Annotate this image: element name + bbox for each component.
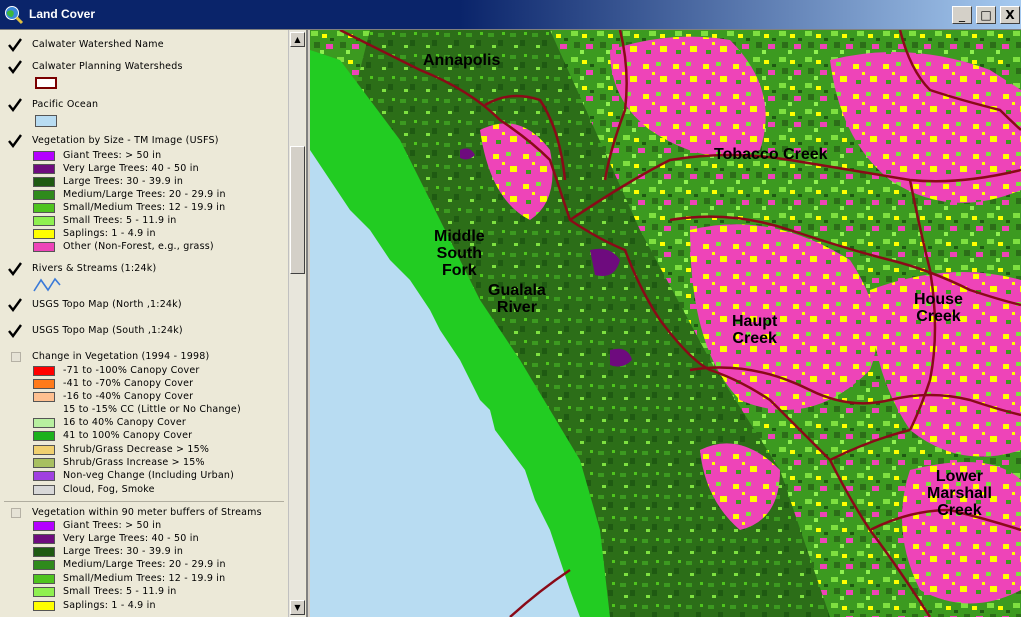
globe-magnifier-icon bbox=[5, 6, 24, 25]
label-house-creek: House Creek bbox=[914, 291, 963, 325]
label-haupt-creek: Haupt Creek bbox=[732, 313, 778, 347]
checkmark-icon[interactable] bbox=[8, 134, 22, 148]
swatch bbox=[33, 216, 55, 226]
minimize-button[interactable]: _ bbox=[952, 6, 972, 24]
class-label: Giant Trees: > 50 in bbox=[63, 150, 162, 161]
class-label: 16 to 40% Canopy Cover bbox=[63, 417, 186, 428]
checkbox[interactable] bbox=[11, 352, 21, 362]
label-annapolis: Annapolis bbox=[423, 52, 501, 69]
checkmark-icon[interactable] bbox=[8, 98, 22, 112]
map-view[interactable]: Annapolis Tobacco Creek Middle South For… bbox=[310, 30, 1021, 617]
stream-line-icon bbox=[33, 277, 61, 292]
class-label: Small/Medium Trees: 12 - 19.9 in bbox=[63, 573, 226, 584]
layer-name: Pacific Ocean bbox=[32, 99, 99, 110]
class-label: Small Trees: 5 - 11.9 in bbox=[63, 586, 177, 597]
layer-name: USGS Topo Map (North ,1:24k) bbox=[32, 299, 182, 310]
swatch bbox=[33, 418, 55, 428]
layer-name: USGS Topo Map (South ,1:24k) bbox=[32, 325, 183, 336]
class-label: Non-veg Change (Including Urban) bbox=[63, 470, 235, 481]
scroll-up-button[interactable]: ▲ bbox=[290, 32, 305, 47]
swatch bbox=[33, 379, 55, 389]
checkmark-icon[interactable] bbox=[8, 262, 22, 276]
class-label: Cloud, Fog, Smoke bbox=[63, 484, 155, 495]
ocean-swatch bbox=[35, 115, 57, 127]
swatch bbox=[33, 164, 55, 174]
swatch bbox=[33, 521, 55, 531]
label-lower-marshall-creek: Lower Marshall Creek bbox=[927, 468, 992, 519]
close-button[interactable]: X bbox=[1000, 6, 1020, 24]
swatch bbox=[33, 190, 55, 200]
checkmark-icon[interactable] bbox=[8, 298, 22, 312]
legend-scrollbar[interactable]: ▲ ▼ bbox=[288, 30, 305, 617]
class-label: -71 to -100% Canopy Cover bbox=[63, 365, 200, 376]
maximize-button[interactable]: □ bbox=[976, 6, 996, 24]
layer-name: Vegetation within 90 meter buffers of St… bbox=[32, 507, 262, 518]
class-label: -41 to -70% Canopy Cover bbox=[63, 378, 194, 389]
legend-divider bbox=[4, 501, 284, 502]
label-middle-south-fork: Middle South Fork bbox=[434, 228, 485, 279]
class-label: Medium/Large Trees: 20 - 29.9 in bbox=[63, 189, 226, 200]
class-label: Other (Non-Forest, e.g., grass) bbox=[63, 241, 214, 252]
label-tobacco-creek: Tobacco Creek bbox=[714, 146, 828, 163]
checkmark-icon[interactable] bbox=[8, 60, 22, 74]
swatch bbox=[33, 560, 55, 570]
swatch bbox=[33, 229, 55, 239]
class-label: Very Large Trees: 40 - 50 in bbox=[63, 533, 199, 544]
checkmark-icon[interactable] bbox=[8, 38, 22, 52]
swatch bbox=[33, 574, 55, 584]
class-label: Saplings: 1 - 4.9 in bbox=[63, 228, 156, 239]
class-label: Very Large Trees: 40 - 50 in bbox=[63, 163, 199, 174]
scroll-thumb[interactable] bbox=[290, 146, 305, 274]
layer-name: Change in Vegetation (1994 - 1998) bbox=[32, 351, 210, 362]
title-bar: Land Cover _ □ X bbox=[0, 0, 1021, 30]
layer-name: Calwater Planning Watersheds bbox=[32, 61, 183, 72]
checkmark-icon[interactable] bbox=[8, 324, 22, 338]
swatch bbox=[33, 458, 55, 468]
checkbox[interactable] bbox=[11, 508, 21, 518]
swatch bbox=[33, 601, 55, 611]
class-label: Large Trees: 30 - 39.9 in bbox=[63, 546, 184, 557]
class-label: 41 to 100% Canopy Cover bbox=[63, 430, 193, 441]
swatch bbox=[33, 151, 55, 161]
swatch bbox=[33, 587, 55, 597]
swatch bbox=[33, 242, 55, 252]
class-label: -16 to -40% Canopy Cover bbox=[63, 391, 194, 402]
swatch bbox=[33, 405, 55, 415]
swatch bbox=[33, 471, 55, 481]
class-label: Giant Trees: > 50 in bbox=[63, 520, 162, 531]
swatch bbox=[33, 534, 55, 544]
swatch bbox=[33, 485, 55, 495]
class-label: Small/Medium Trees: 12 - 19.9 in bbox=[63, 202, 226, 213]
table-of-contents: Calwater Watershed Name Calwater Plannin… bbox=[0, 30, 308, 617]
layer-name: Rivers & Streams (1:24k) bbox=[32, 263, 157, 274]
swatch bbox=[33, 203, 55, 213]
scroll-down-button[interactable]: ▼ bbox=[290, 600, 305, 615]
label-gualala-river: Gualala River bbox=[488, 282, 546, 316]
swatch bbox=[33, 445, 55, 455]
class-label: 15 to -15% CC (Little or No Change) bbox=[63, 404, 241, 415]
swatch bbox=[33, 547, 55, 557]
class-label: Medium/Large Trees: 20 - 29.9 in bbox=[63, 559, 226, 570]
layer-name: Calwater Watershed Name bbox=[32, 39, 164, 50]
class-label: Shrub/Grass Increase > 15% bbox=[63, 457, 205, 468]
swatch bbox=[33, 392, 55, 402]
swatch bbox=[33, 177, 55, 187]
class-label: Shrub/Grass Decrease > 15% bbox=[63, 444, 210, 455]
class-label: Small Trees: 5 - 11.9 in bbox=[63, 215, 177, 226]
class-label: Large Trees: 30 - 39.9 in bbox=[63, 176, 184, 187]
swatch bbox=[33, 431, 55, 441]
class-label: Saplings: 1 - 4.9 in bbox=[63, 600, 156, 611]
watershed-outline-swatch bbox=[35, 77, 57, 89]
layer-name: Vegetation by Size - TM Image (USFS) bbox=[32, 135, 219, 146]
window-title: Land Cover bbox=[29, 7, 96, 21]
swatch bbox=[33, 366, 55, 376]
